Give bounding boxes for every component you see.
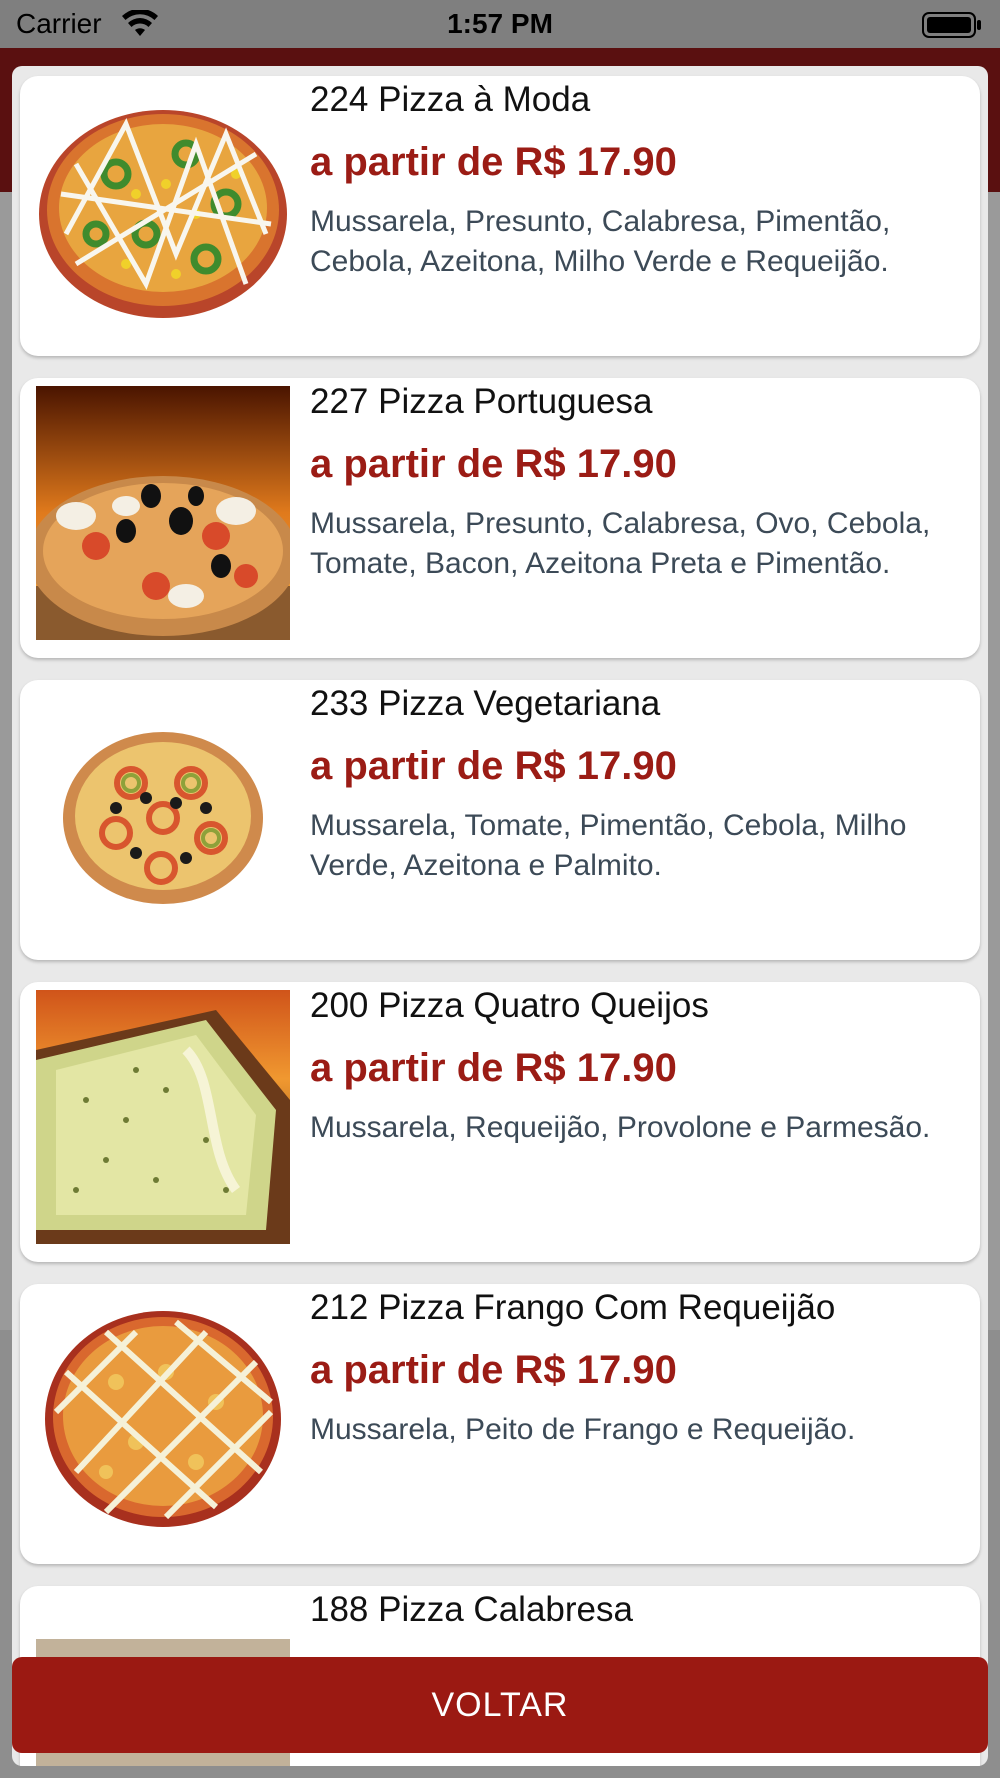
product-card[interactable]: 200 Pizza Quatro Queijos a partir de R$ … — [20, 982, 980, 1262]
product-description: Mussarela, Peito de Frango e Requeijão. — [310, 1413, 856, 1446]
product-card[interactable]: 227 Pizza Portuguesa a partir de R$ 17.9… — [20, 378, 980, 658]
battery-icon — [922, 12, 981, 38]
product-description: Mussarela, Presunto, Calabresa, Ovo, Ceb… — [310, 507, 931, 580]
pizza-vegetariana-image — [36, 688, 290, 942]
product-sheet: 224 Pizza à Moda a partir de R$ 17.90 Mu… — [12, 66, 988, 1766]
product-description: Mussarela, Tomate, Pimentão, Cebola, Mil… — [310, 809, 907, 882]
product-name: 212 Pizza Frango Com Requeijão — [310, 1288, 836, 1327]
pizza-quatro-queijos-image — [36, 990, 290, 1244]
product-price: a partir de R$ 17.90 — [310, 442, 677, 486]
product-price: a partir de R$ 17.90 — [310, 744, 677, 788]
product-card[interactable]: 224 Pizza à Moda a partir de R$ 17.90 Mu… — [20, 76, 980, 356]
status-bar: Carrier 1:57 PM — [0, 0, 1000, 48]
product-name: 224 Pizza à Moda — [310, 80, 591, 119]
product-card[interactable]: 233 Pizza Vegetariana a partir de R$ 17.… — [20, 680, 980, 960]
product-price: a partir de R$ 17.90 — [310, 1348, 677, 1392]
product-description: Mussarela, Requeijão, Provolone e Parmes… — [310, 1111, 931, 1144]
product-price: a partir de R$ 17.90 — [310, 1046, 677, 1090]
pizza-a-moda-image — [36, 84, 290, 338]
pizza-portuguesa-image — [36, 386, 290, 640]
pizza-frango-image — [36, 1292, 290, 1546]
product-name: 200 Pizza Quatro Queijos — [310, 986, 709, 1025]
product-list[interactable]: 224 Pizza à Moda a partir de R$ 17.90 Mu… — [12, 66, 988, 1766]
product-name: 233 Pizza Vegetariana — [310, 684, 661, 723]
voltar-button[interactable]: VOLTAR — [12, 1657, 988, 1753]
product-price: a partir de R$ 17.90 — [310, 140, 677, 184]
product-name: 188 Pizza Calabresa — [310, 1590, 633, 1629]
clock: 1:57 PM — [447, 8, 553, 39]
product-name: 227 Pizza Portuguesa — [310, 382, 653, 421]
product-card[interactable]: 212 Pizza Frango Com Requeijão a partir … — [20, 1284, 980, 1564]
product-description: Mussarela, Presunto, Calabresa, Pimentão… — [310, 205, 891, 278]
